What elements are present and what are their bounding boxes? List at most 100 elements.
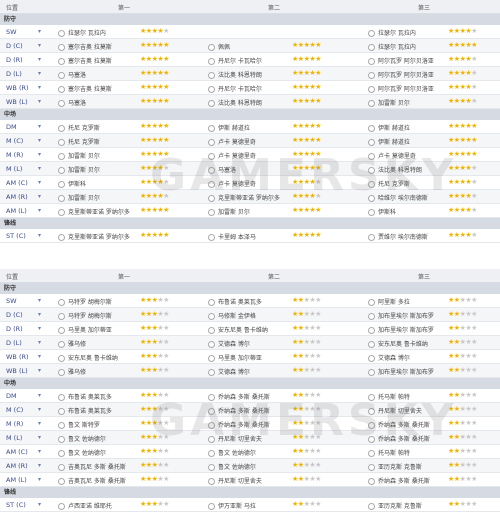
table-row[interactable]: M (L) ▾ 加雷斯 贝尔 ★★★★★ 马塞洛 ★★★★★ 法比奥 科恩特朗 ★★★★★ — [0, 162, 500, 176]
radio-icon[interactable] — [208, 394, 215, 401]
first-choice-player[interactable]: 马特罗 胡梅尔斯 — [58, 297, 112, 306]
second-choice-player[interactable]: 乔纳森 多斯 桑托斯 — [208, 392, 270, 401]
radio-icon[interactable] — [368, 125, 375, 132]
first-choice-player[interactable]: 吉奥瓦尼 多斯 桑托斯 — [58, 476, 126, 485]
radio-icon[interactable] — [58, 299, 65, 306]
radio-icon[interactable] — [368, 313, 375, 320]
second-choice-player[interactable]: 乔纳森 多斯 桑托斯 — [208, 420, 270, 429]
table-row[interactable]: M (C) ▾ 托尼 克罗斯 ★★★★★ 卢卡 莫德里奇 ★★★★★ 伊斯 赫道拉 ★★★★★ — [0, 134, 500, 148]
radio-icon[interactable] — [368, 195, 375, 202]
radio-icon[interactable] — [208, 125, 215, 132]
radio-icon[interactable] — [368, 369, 375, 376]
first-choice-player[interactable]: 鲁文 佐纳德尔 — [58, 434, 106, 443]
radio-icon[interactable] — [208, 86, 215, 93]
third-choice-player[interactable]: 贾维尔 埃尔南德斯 — [368, 232, 428, 241]
radio-icon[interactable] — [208, 450, 215, 457]
radio-icon[interactable] — [58, 341, 65, 348]
third-choice-player[interactable]: 乔纳森 多斯 桑托斯 — [368, 420, 430, 429]
radio-icon[interactable] — [368, 58, 375, 65]
dropdown-arrow-icon[interactable]: ▾ — [38, 501, 41, 508]
second-choice-player[interactable]: 艾德森 博尔 — [208, 367, 250, 376]
table-row[interactable]: WB (R) ▾ 安东尼奥 鲁卡维纳 ★★★★★ 马里奥 加尔蒂亚 ★★★★★ 艾德森 博尔… — [0, 350, 500, 364]
radio-icon[interactable] — [368, 153, 375, 160]
second-choice-player[interactable]: 卢卡 莫德里奇 — [208, 137, 256, 146]
radio-icon[interactable] — [208, 58, 215, 65]
radio-icon[interactable] — [368, 72, 375, 79]
first-choice-player[interactable]: 马里奥 加尔蒂亚 — [58, 325, 112, 334]
third-choice-player[interactable]: 阿里斯 多拉 — [368, 297, 410, 306]
table-row[interactable]: D (C) ▾ 塞尔吉奥 拉莫斯 ★★★★★ 佩佩 ★★★★★ 拉瑟尔 瓦拉内 ★★★★★ — [0, 39, 500, 53]
radio-icon[interactable] — [58, 464, 65, 471]
radio-icon[interactable] — [368, 422, 375, 429]
first-choice-player[interactable]: 塞尔吉奥 拉莫斯 — [58, 84, 112, 93]
table-row[interactable]: AM (R) ▾ 加雷斯 贝尔 ★★★★★ 克里斯蒂亚诺 罗纳尔多 ★★★★★ 哈维尔 埃尔… — [0, 190, 500, 204]
table-row[interactable]: M (R) ▾ 加雷斯 贝尔 ★★★★★ 卢卡 莫德里奇 ★★★★★ 卢卡 莫德里奇 ★★★★… — [0, 148, 500, 162]
radio-icon[interactable] — [58, 503, 65, 510]
dropdown-arrow-icon[interactable]: ▾ — [38, 297, 41, 304]
third-choice-player[interactable]: 阿尔瓦罗 阿尔贝洛亚 — [368, 70, 434, 79]
radio-icon[interactable] — [58, 450, 65, 457]
radio-icon[interactable] — [368, 100, 375, 107]
radio-icon[interactable] — [208, 167, 215, 174]
radio-icon[interactable] — [58, 139, 65, 146]
dropdown-arrow-icon[interactable]: ▾ — [38, 98, 41, 105]
table-row[interactable]: SW ▾ 拉瑟尔 瓦拉内 ★★★★★ 拉瑟尔 瓦拉内 ★★★★★ — [0, 25, 500, 39]
first-choice-player[interactable]: 加雷斯 贝尔 — [58, 165, 100, 174]
second-choice-player[interactable]: 丹尼尔 卡瓦哈尔 — [208, 84, 262, 93]
first-choice-player[interactable]: 安东尼奥 鲁卡维纳 — [58, 353, 118, 362]
radio-icon[interactable] — [58, 167, 65, 174]
first-choice-player[interactable]: 马塞洛 — [58, 98, 86, 107]
radio-icon[interactable] — [208, 422, 215, 429]
radio-icon[interactable] — [208, 369, 215, 376]
radio-icon[interactable] — [208, 209, 215, 216]
second-choice-player[interactable]: 法比奥 科恩特朗 — [208, 70, 262, 79]
third-choice-player[interactable]: 伊斯科 — [368, 207, 396, 216]
radio-icon[interactable] — [58, 234, 65, 241]
dropdown-arrow-icon[interactable]: ▾ — [38, 56, 41, 63]
dropdown-arrow-icon[interactable]: ▾ — [38, 137, 41, 144]
radio-icon[interactable] — [368, 464, 375, 471]
third-choice-player[interactable]: 亚历克斯 克鲁斯 — [368, 462, 422, 471]
table-row[interactable]: D (R) ▾ 塞尔吉奥 拉莫斯 ★★★★★ 丹尼尔 卡瓦哈尔 ★★★★★ 阿尔瓦罗 阿尔贝… — [0, 53, 500, 67]
second-choice-player[interactable]: 马里奥 加尔蒂亚 — [208, 353, 262, 362]
radio-icon[interactable] — [368, 30, 375, 37]
second-choice-player[interactable]: 布鲁诺 奥莱瓦多 — [208, 297, 262, 306]
radio-icon[interactable] — [208, 139, 215, 146]
third-choice-player[interactable]: 阿尔瓦罗 阿尔贝洛亚 — [368, 56, 434, 65]
radio-icon[interactable] — [368, 341, 375, 348]
dropdown-arrow-icon[interactable]: ▾ — [38, 367, 41, 374]
radio-icon[interactable] — [58, 369, 65, 376]
first-choice-player[interactable]: 鲁文 佐纳德尔 — [58, 448, 106, 457]
table-row[interactable]: D (L) ▾ 雅乌修 ★★★★★ 艾德森 博尔 ★★★★★ 安东尼奥 鲁卡维纳 ★★★★★ — [0, 336, 500, 350]
radio-icon[interactable] — [368, 436, 375, 443]
second-choice-player[interactable]: 乔纳森 多斯 桑托斯 — [208, 406, 270, 415]
second-choice-player[interactable]: 丹尼尔 卡瓦哈尔 — [208, 56, 262, 65]
dropdown-arrow-icon[interactable]: ▾ — [38, 28, 41, 35]
first-choice-player[interactable]: 托尼 克罗斯 — [58, 137, 100, 146]
second-choice-player[interactable]: 安东尼奥 鲁卡维纳 — [208, 325, 268, 334]
radio-icon[interactable] — [58, 408, 65, 415]
radio-icon[interactable] — [208, 153, 215, 160]
radio-icon[interactable] — [208, 436, 215, 443]
radio-icon[interactable] — [208, 355, 215, 362]
third-choice-player[interactable]: 阿尔瓦罗 阿尔贝洛亚 — [368, 84, 434, 93]
radio-icon[interactable] — [58, 313, 65, 320]
first-choice-player[interactable]: 雅乌修 — [58, 367, 86, 376]
second-choice-player[interactable]: 卢卡 莫德里奇 — [208, 179, 256, 188]
dropdown-arrow-icon[interactable]: ▾ — [38, 311, 41, 318]
dropdown-arrow-icon[interactable]: ▾ — [38, 179, 41, 186]
table-row[interactable]: AM (L) ▾ 吉奥瓦尼 多斯 桑托斯 ★★★★★ 丹尼斯 切里舍夫 ★★★★★ 乔纳森 … — [0, 473, 500, 487]
dropdown-arrow-icon[interactable]: ▾ — [38, 151, 41, 158]
first-choice-player[interactable]: 马特罗 胡梅尔斯 — [58, 311, 112, 320]
table-row[interactable]: DM ▾ 布鲁诺 奥莱瓦多 ★★★★★ 乔纳森 多斯 桑托斯 ★★★★★ 托马斯 帕特 ★★★… — [0, 389, 500, 403]
first-choice-player[interactable]: 吉奥瓦尼 多斯 桑托斯 — [58, 462, 126, 471]
second-choice-player[interactable]: 卡里姆 本泽马 — [208, 232, 256, 241]
radio-icon[interactable] — [208, 195, 215, 202]
third-choice-player[interactable]: 卢卡 莫德里奇 — [368, 151, 416, 160]
second-choice-player[interactable]: 鲁文 佐纳德尔 — [208, 462, 256, 471]
radio-icon[interactable] — [368, 503, 375, 510]
third-choice-player[interactable]: 伊斯 赫道拉 — [368, 137, 410, 146]
dropdown-arrow-icon[interactable]: ▾ — [38, 207, 41, 214]
third-choice-player[interactable]: 拉瑟尔 瓦拉内 — [368, 28, 416, 37]
radio-icon[interactable] — [368, 450, 375, 457]
